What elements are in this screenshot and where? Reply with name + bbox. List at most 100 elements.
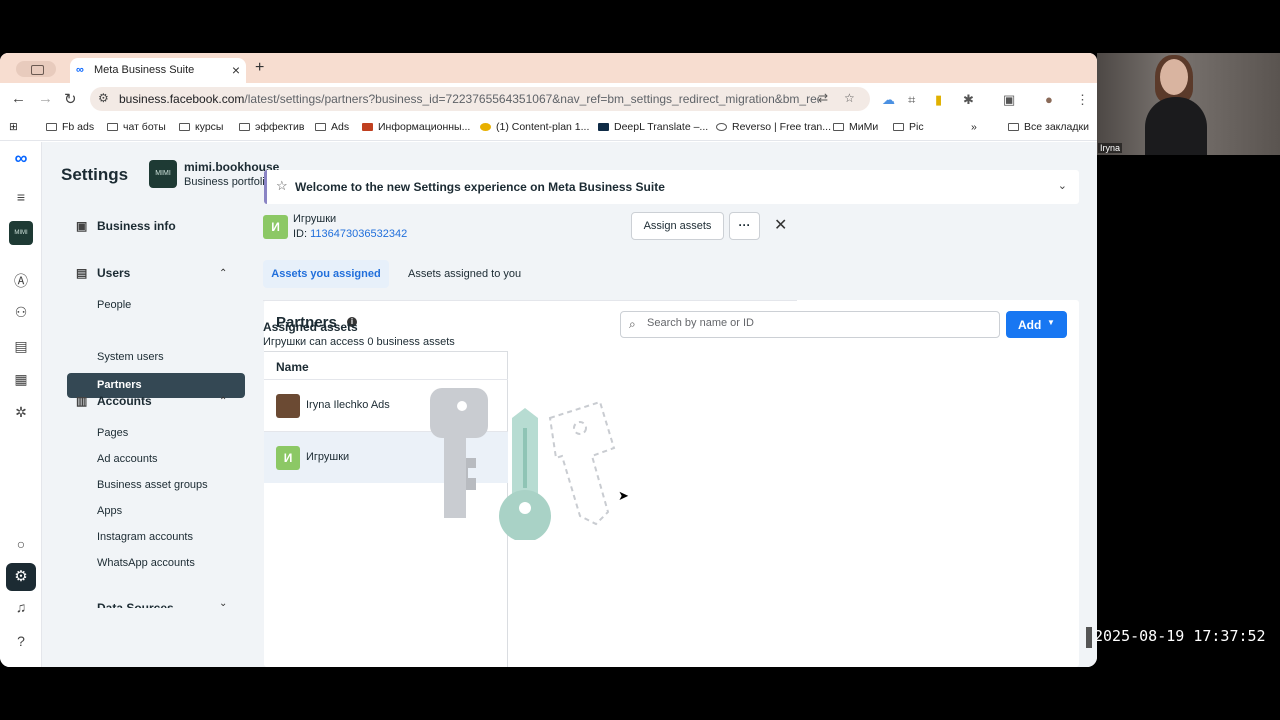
nav-accounts[interactable]: ▥ Accounts	[76, 394, 152, 408]
search-field[interactable]	[647, 317, 987, 329]
apps-grid-icon[interactable]: ⊞	[9, 121, 18, 133]
audience-icon[interactable]: ⚇	[12, 304, 30, 321]
nav-apps[interactable]: Apps	[97, 505, 122, 517]
nav-business-info[interactable]: ▣ Business info	[76, 219, 176, 233]
notifications-bell-icon[interactable]: ♫	[12, 599, 30, 615]
bookmark-reverso[interactable]: Reverso | Free tran...	[716, 121, 831, 133]
bookmark-mimi[interactable]: МиМи	[833, 121, 878, 133]
translate-icon[interactable]: ⇄	[818, 91, 828, 105]
business-avatar[interactable]: MIMI	[9, 221, 33, 245]
chevron-up-icon[interactable]: ⌃	[219, 396, 227, 407]
webcam-overlay: Iryna	[1097, 53, 1280, 155]
billing-icon[interactable]: ▦	[12, 371, 30, 388]
folder-icon	[46, 123, 57, 131]
new-tab-icon[interactable]: +	[255, 59, 264, 77]
chevron-down-icon[interactable]: ⌄	[219, 598, 227, 609]
settings-gear-icon[interactable]: ⚙	[6, 563, 36, 591]
keep-extension-icon[interactable]: ▮	[935, 92, 942, 108]
archive-icon: ▥	[76, 394, 88, 408]
tab-search-icon[interactable]: ▣	[1003, 92, 1015, 108]
nav-instagram-accounts[interactable]: Instagram accounts	[97, 531, 193, 543]
search-icon: ⌕	[629, 317, 636, 331]
code-extension-icon[interactable]: ⌗	[908, 92, 915, 108]
bookmark-info[interactable]: Информационны...	[362, 121, 470, 133]
bookmark-chat-bots[interactable]: чат боты	[107, 121, 166, 133]
nav-users[interactable]: ▤ Users	[76, 266, 130, 280]
browser-menu-icon[interactable]: ⋮	[1076, 92, 1089, 108]
nav-people[interactable]: People	[97, 299, 131, 311]
site-settings-icon[interactable]: ⚙	[98, 91, 109, 105]
cloud-extension-icon[interactable]: ☁	[882, 92, 895, 108]
welcome-banner[interactable]: ☆ Welcome to the new Settings experience…	[264, 170, 1079, 204]
reverso-favicon-icon	[716, 123, 727, 131]
bookmark-effektiv[interactable]: эффектив	[239, 121, 304, 133]
profile-avatar[interactable]: ●	[1045, 92, 1053, 107]
address-bar[interactable]: ⚙ business.facebook.com/latest/settings/…	[90, 87, 870, 111]
nav-pages[interactable]: Pages	[97, 427, 128, 439]
assign-assets-button[interactable]: Assign assets	[631, 212, 724, 240]
bookmark-ads[interactable]: Ads	[315, 121, 349, 133]
chevron-up-icon[interactable]: ⌃	[219, 268, 227, 279]
tab-groups-button[interactable]	[16, 61, 56, 77]
meta-logo-icon[interactable]: ∞	[12, 148, 30, 169]
search-input[interactable]: ⌕	[620, 311, 1000, 338]
webcam-person-body	[1145, 97, 1207, 155]
help-icon[interactable]: ?	[12, 633, 30, 649]
reload-icon[interactable]: ↻	[64, 90, 77, 108]
tab-assets-assigned-to-you[interactable]: Assets assigned to you	[408, 268, 521, 280]
search-icon[interactable]: ○	[12, 536, 30, 552]
tab-assets-you-assigned[interactable]: Assets you assigned	[263, 260, 389, 288]
menu-icon[interactable]: ≡	[12, 189, 30, 205]
bookmark-label: Pic	[909, 121, 924, 133]
partner-detail-name: Игрушки	[293, 213, 337, 225]
keys-illustration-icon	[430, 388, 616, 540]
teal-key-icon	[499, 408, 551, 540]
nav-data-sources[interactable]: Data Sources	[97, 601, 174, 608]
id-value[interactable]: 1136473036532342	[310, 228, 407, 240]
bookmark-content-plan[interactable]: (1) Content-plan 1...	[480, 121, 589, 133]
nav-ad-accounts[interactable]: Ad accounts	[97, 453, 158, 465]
url-text[interactable]: business.facebook.com/latest/settings/pa…	[119, 92, 819, 106]
left-rail: ∞ ≡ MIMI Ⓐ ⚇ ▤ ▦ ✲ ○ ⚙ ♫ ?	[0, 142, 42, 667]
all-bookmarks[interactable]: Все закладки	[1008, 121, 1089, 133]
folder-icon	[239, 123, 250, 131]
column-header-name[interactable]: Name	[276, 360, 309, 374]
banner-text: Welcome to the new Settings experience o…	[295, 180, 665, 194]
bookmark-label: DeepL Translate –...	[614, 121, 709, 133]
url-host: business.facebook.com	[119, 92, 245, 106]
chevron-down-icon[interactable]: ⌄	[1058, 179, 1067, 192]
tab-close-icon[interactable]: ×	[232, 62, 240, 78]
bookmark-label: эффектив	[255, 121, 305, 133]
bookmark-label: (1) Content-plan 1...	[496, 121, 590, 133]
bookmark-courses[interactable]: курсы	[179, 121, 223, 133]
avatar: И	[276, 446, 300, 470]
more-options-button[interactable]: ···	[729, 212, 760, 240]
bookmark-deepl[interactable]: DeepL Translate –...	[598, 121, 708, 133]
ads-icon[interactable]: Ⓐ	[12, 271, 30, 291]
bookmark-label: Все закладки	[1024, 121, 1089, 133]
page-title: Settings	[61, 165, 129, 184]
close-icon[interactable]: ✕	[774, 215, 787, 235]
add-button[interactable]: Add ▼	[1006, 311, 1067, 338]
forward-icon[interactable]: →	[38, 90, 53, 107]
bookmark-star-icon[interactable]: ☆	[844, 91, 855, 105]
nav-label: Accounts	[97, 394, 152, 408]
tab-bar: ∞ Meta Business Suite × +	[0, 53, 1097, 83]
extensions-icon[interactable]: ✱	[963, 92, 974, 108]
bookmark-label: Информационны...	[378, 121, 471, 133]
nav-partners[interactable]: Partners	[67, 373, 245, 398]
bookmark-fb-ads[interactable]: Fb ads	[46, 121, 94, 133]
sun-favicon-icon	[480, 123, 491, 131]
deepl-favicon-icon	[598, 123, 609, 131]
nav-whatsapp-accounts[interactable]: WhatsApp accounts	[97, 557, 195, 569]
browser-tab-active[interactable]: ∞ Meta Business Suite ×	[70, 58, 246, 83]
nav-system-users[interactable]: System users	[97, 351, 164, 363]
nav-business-asset-groups[interactable]: Business asset groups	[97, 479, 208, 491]
back-icon[interactable]: ←	[11, 90, 26, 107]
bookmark-pic[interactable]: Pic	[893, 121, 924, 133]
pages-icon[interactable]: ▤	[12, 338, 30, 355]
more-bookmarks-icon[interactable]: »	[971, 121, 977, 133]
dashed-key-icon	[548, 400, 616, 526]
briefcase-icon: ▣	[76, 219, 88, 233]
integrations-icon[interactable]: ✲	[12, 404, 30, 421]
